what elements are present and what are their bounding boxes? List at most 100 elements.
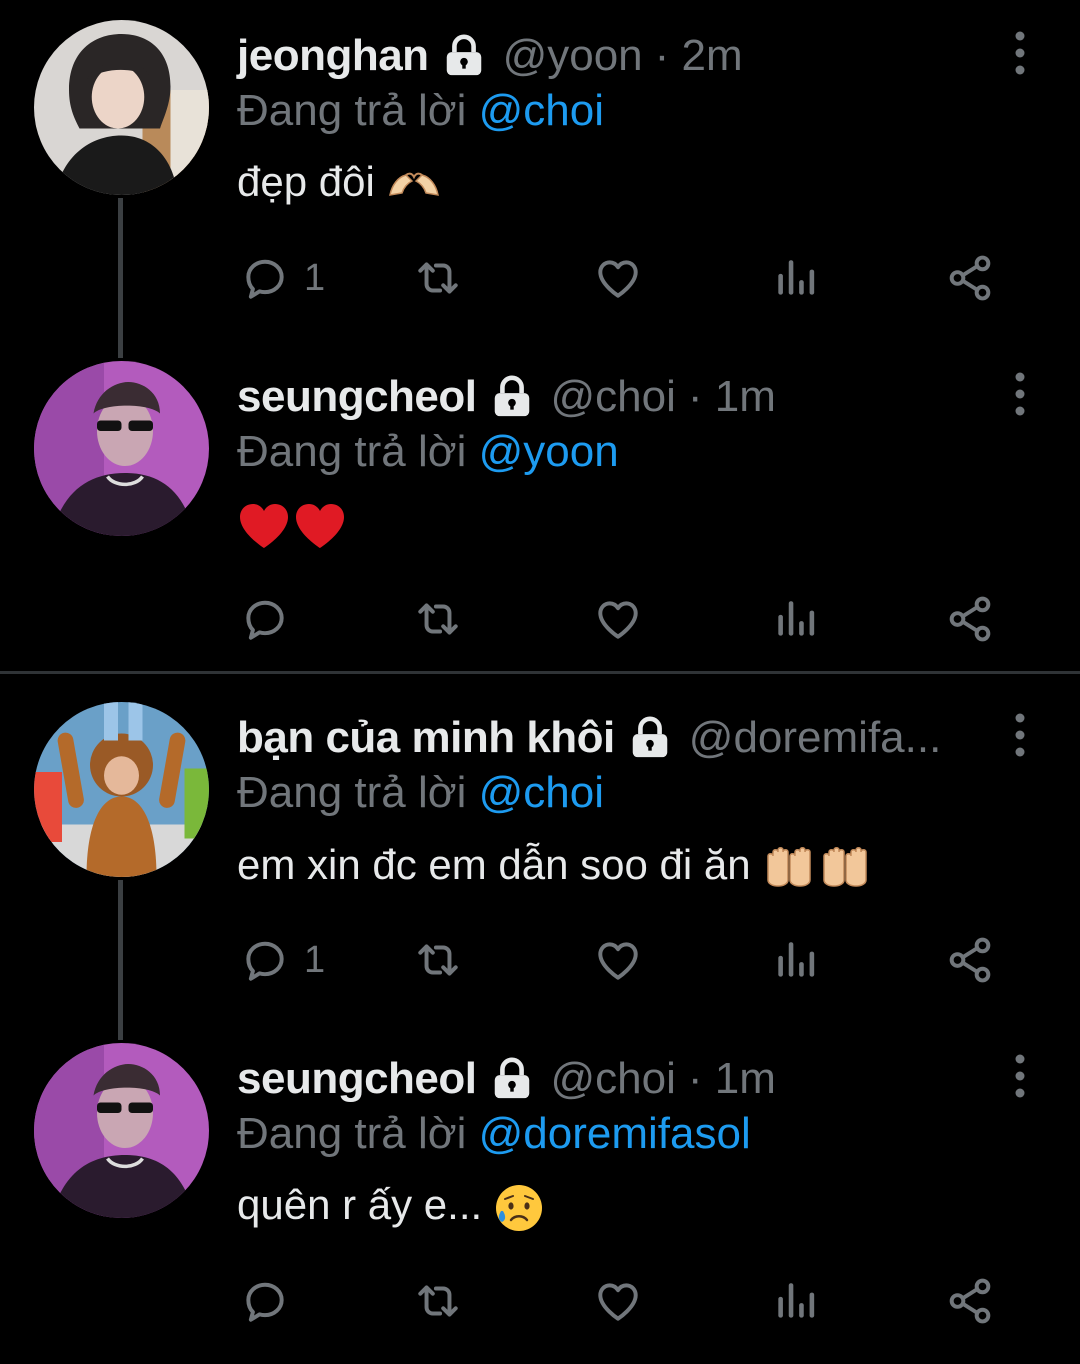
display-name[interactable]: seungcheol: [237, 372, 477, 422]
user-handle[interactable]: @yoon: [503, 31, 643, 81]
user-handle[interactable]: @choi: [551, 372, 676, 422]
more-options-icon[interactable]: [1008, 712, 1032, 758]
tweet-text: [237, 499, 349, 552]
like-icon: [593, 1276, 643, 1326]
reply-icon: [240, 1276, 290, 1326]
display-name[interactable]: jeonghan: [237, 31, 429, 81]
views-icon: [770, 935, 820, 985]
views-button[interactable]: [770, 248, 820, 308]
like-button[interactable]: [593, 1271, 643, 1331]
heart-hands-emoji: [389, 172, 440, 196]
replying-to-handle[interactable]: @yoon: [479, 427, 619, 476]
reply-icon: [240, 594, 290, 644]
tweet-text: quên r ấy e...: [237, 1181, 544, 1233]
tweet-actions: 1: [0, 248, 1080, 308]
reply-icon: [240, 935, 290, 985]
share-button[interactable]: [945, 930, 995, 990]
lock-icon: [627, 715, 673, 761]
replying-to-handle[interactable]: @doremifasol: [479, 1109, 751, 1158]
views-icon: [770, 253, 820, 303]
share-icon: [945, 1276, 995, 1326]
tweet-text: đẹp đôi: [237, 158, 442, 206]
views-icon: [770, 594, 820, 644]
retweet-icon: [413, 594, 463, 644]
retweet-button[interactable]: [413, 248, 463, 308]
reply-button[interactable]: 1: [240, 930, 325, 990]
tweet-header: jeonghan @yoon · 2m: [237, 26, 743, 86]
reply-button[interactable]: [240, 589, 290, 649]
more-options-icon[interactable]: [1008, 30, 1032, 76]
lock-icon: [489, 374, 535, 420]
reply-count: 1: [304, 938, 326, 981]
avatar[interactable]: [34, 1043, 209, 1218]
like-button[interactable]: [593, 248, 643, 308]
views-button[interactable]: [770, 1271, 820, 1331]
views-button[interactable]: [770, 589, 820, 649]
reply-button[interactable]: 1: [240, 248, 325, 308]
reply-icon: [240, 253, 290, 303]
tweet-actions: [0, 1271, 1080, 1331]
tweet[interactable]: seungcheol @choi · 1m Đang trả lời @dore…: [0, 1023, 1080, 1364]
timestamp[interactable]: · 2m: [655, 31, 743, 81]
replying-to-label: Đang trả lời: [237, 427, 467, 476]
display-name[interactable]: seungcheol: [237, 1054, 477, 1104]
retweet-icon: [413, 935, 463, 985]
share-button[interactable]: [945, 248, 995, 308]
avatar[interactable]: [34, 20, 209, 195]
views-icon: [770, 1276, 820, 1326]
share-icon: [945, 594, 995, 644]
tweet-header: seungcheol @choi · 1m: [237, 1049, 776, 1109]
retweet-icon: [413, 253, 463, 303]
like-button[interactable]: [593, 930, 643, 990]
sad-relieved-face-emoji: [495, 1184, 542, 1231]
user-handle[interactable]: @doremifa...: [689, 713, 942, 763]
timestamp[interactable]: · 1m: [688, 372, 776, 422]
like-icon: [593, 253, 643, 303]
replying-to-handle[interactable]: @choi: [479, 86, 604, 135]
tweet-header: seungcheol @choi · 1m: [237, 367, 776, 427]
tweet-text: em xin đc em dẫn soo đi ăn: [237, 840, 874, 896]
retweet-button[interactable]: [413, 1271, 463, 1331]
share-button[interactable]: [945, 1271, 995, 1331]
more-options-icon[interactable]: [1008, 371, 1032, 417]
replying-to: Đang trả lời @choi: [237, 86, 604, 136]
red-heart-emoji: [240, 503, 344, 548]
reply-button[interactable]: [240, 1271, 290, 1331]
user-handle[interactable]: @choi: [551, 1054, 676, 1104]
thread-divider: [0, 671, 1080, 674]
tweet[interactable]: jeonghan @yoon · 2m Đang trả lời @choi đ…: [0, 0, 1080, 358]
replying-to: Đang trả lời @yoon: [237, 427, 619, 477]
replying-to: Đang trả lời @doremifasol: [237, 1109, 751, 1159]
like-icon: [593, 935, 643, 985]
tweet-text-content: đẹp đôi: [237, 158, 375, 205]
replying-to-handle[interactable]: @choi: [479, 768, 604, 817]
tweet[interactable]: bạn của minh khôi @doremifa... Đang trả …: [0, 682, 1080, 1040]
retweet-icon: [413, 1276, 463, 1326]
retweet-button[interactable]: [413, 930, 463, 990]
reply-count: 1: [304, 256, 326, 299]
share-icon: [945, 253, 995, 303]
views-button[interactable]: [770, 930, 820, 990]
replying-to: Đang trả lời @choi: [237, 768, 604, 818]
avatar[interactable]: [34, 702, 209, 877]
more-options-icon[interactable]: [1008, 1053, 1032, 1099]
share-icon: [945, 935, 995, 985]
replying-to-label: Đang trả lời: [237, 86, 467, 135]
replying-to-label: Đang trả lời: [237, 768, 467, 817]
retweet-button[interactable]: [413, 589, 463, 649]
replying-to-label: Đang trả lời: [237, 1109, 467, 1158]
avatar[interactable]: [34, 361, 209, 536]
palms-up-emoji: [767, 847, 868, 887]
like-button[interactable]: [593, 589, 643, 649]
tweet-header: bạn của minh khôi @doremifa...: [237, 708, 941, 768]
tweet-text-content: em xin đc em dẫn soo đi ăn: [237, 841, 763, 889]
display-name[interactable]: bạn của minh khôi: [237, 713, 615, 763]
tweet-actions: [0, 589, 1080, 649]
tweet-actions: 1: [0, 930, 1080, 990]
tweet[interactable]: seungcheol @choi · 1m Đang trả lời @yoon: [0, 341, 1080, 682]
lock-icon: [441, 33, 487, 79]
like-icon: [593, 594, 643, 644]
share-button[interactable]: [945, 589, 995, 649]
timestamp[interactable]: · 1m: [688, 1054, 776, 1104]
lock-icon: [489, 1056, 535, 1102]
